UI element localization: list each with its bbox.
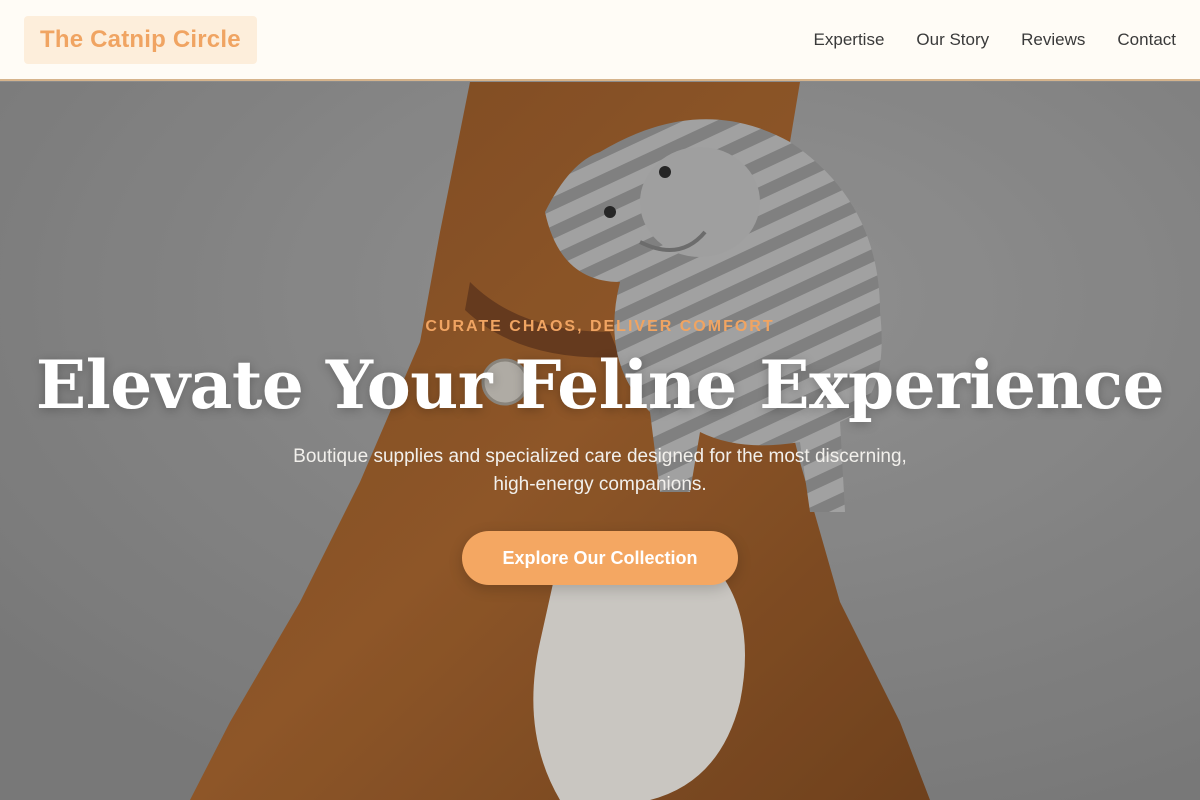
hero-subheadline: Boutique supplies and specialized care d… <box>293 446 907 496</box>
hero-content: CURATE CHAOS, DELIVER COMFORT Elevate Yo… <box>0 82 1200 800</box>
explore-collection-button[interactable]: Explore Our Collection <box>462 531 738 586</box>
top-navbar: The Catnip Circle Expertise Our Story Re… <box>0 0 1200 81</box>
hero-eyebrow: CURATE CHAOS, DELIVER COMFORT <box>425 318 775 335</box>
nav-link-contact[interactable]: Contact <box>1117 30 1176 50</box>
nav-link-reviews[interactable]: Reviews <box>1021 30 1085 50</box>
hero-headline: Elevate Your Feline Experience <box>35 346 1165 424</box>
nav-link-our-story[interactable]: Our Story <box>916 30 989 50</box>
brand-logo-link[interactable]: The Catnip Circle <box>24 15 257 64</box>
nav-link-expertise[interactable]: Expertise <box>814 30 885 50</box>
hero-section: CURATE CHAOS, DELIVER COMFORT Elevate Yo… <box>0 82 1200 800</box>
nav-links: Expertise Our Story Reviews Contact <box>814 30 1176 50</box>
